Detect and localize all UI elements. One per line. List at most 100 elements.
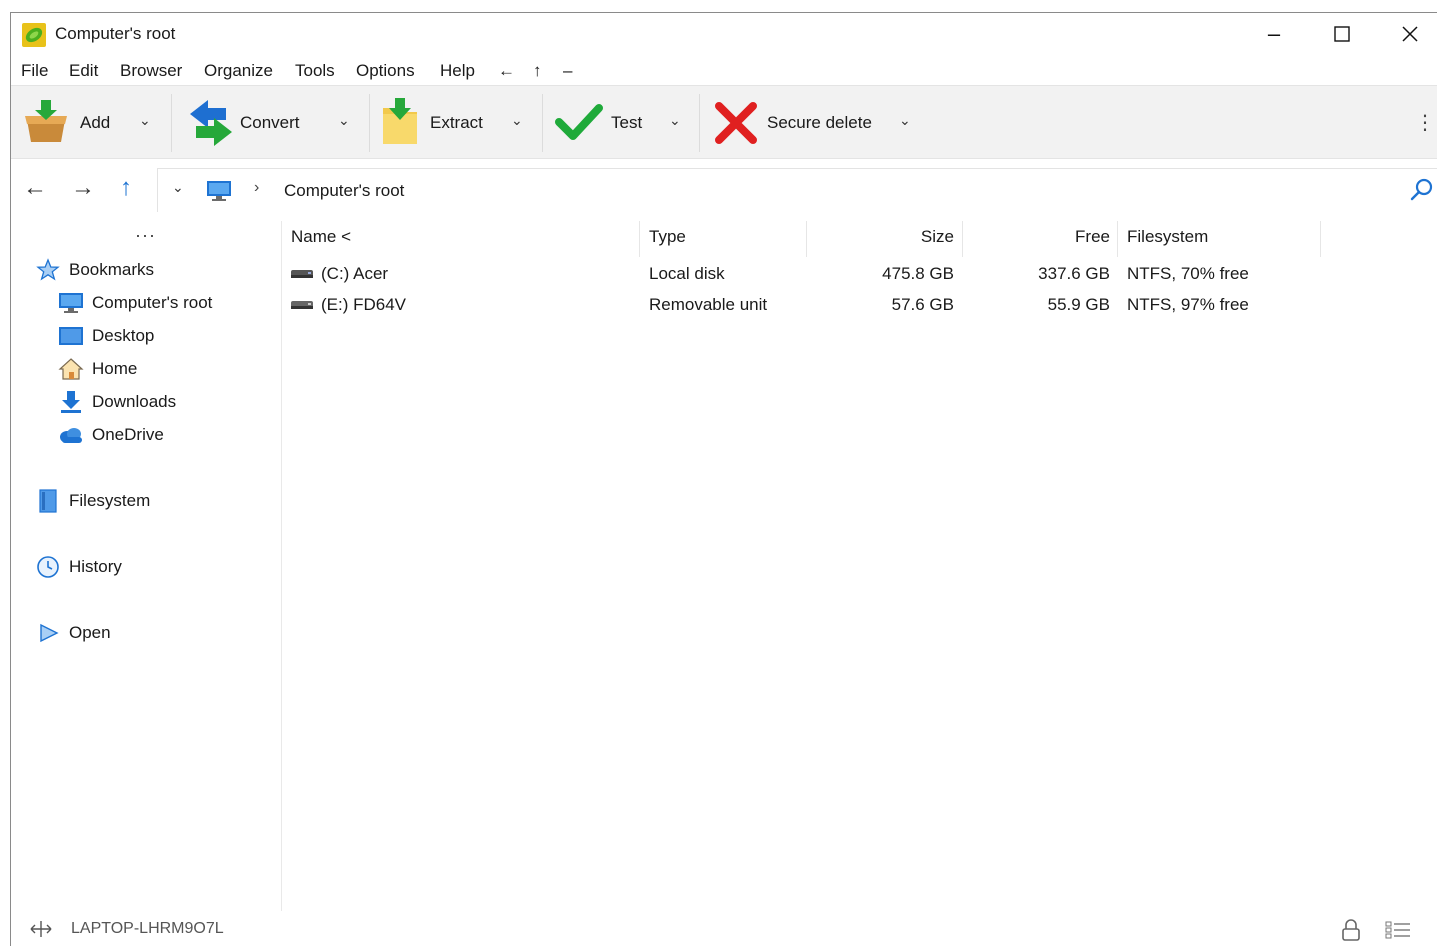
test-dropdown-chevron-icon[interactable]: ⌄ — [669, 112, 681, 129]
secure-delete-button[interactable]: Secure delete ⌄ — [703, 86, 933, 158]
menu-organize[interactable]: Organize — [204, 61, 273, 81]
sidebar-item-filesystem[interactable]: Filesystem — [35, 487, 150, 515]
toolbar: Add ⌄ Convert ⌄ Extract ⌄ Test ⌄ Secure … — [11, 85, 1437, 159]
maximize-button[interactable] — [1308, 13, 1376, 55]
cell-size: 475.8 GB — [882, 264, 954, 283]
menu-back-arrow[interactable]: ← — [498, 61, 515, 81]
download-icon — [58, 390, 84, 414]
sidebar-options-icon[interactable]: ··· — [135, 225, 156, 246]
cell-name: (E:) FD64V — [321, 295, 407, 314]
secure-delete-label: Secure delete — [767, 113, 872, 132]
add-button[interactable]: Add ⌄ — [11, 86, 171, 158]
toolbar-divider — [699, 94, 700, 152]
sidebar-item-history[interactable]: History — [35, 553, 122, 581]
sidebar-item-home[interactable]: Home — [58, 355, 137, 383]
extract-folder-icon — [383, 98, 417, 144]
extract-button[interactable]: Extract ⌄ — [373, 86, 545, 158]
add-dropdown-chevron-icon[interactable]: ⌄ — [139, 112, 151, 129]
toolbar-divider — [542, 94, 543, 152]
history-dropdown-chevron-icon[interactable]: ⌄ — [172, 179, 184, 196]
column-divider[interactable] — [962, 221, 963, 257]
cell-name: (C:) Acer — [321, 264, 389, 283]
menu-up-arrow[interactable]: ↑ — [533, 61, 542, 81]
back-button[interactable]: ← — [23, 174, 47, 202]
drive-icon — [291, 270, 313, 278]
hostname-label: LAPTOP-LHRM9O7L — [71, 920, 224, 937]
convert-arrows-icon — [190, 100, 232, 146]
sidebar-item-label: History — [69, 557, 122, 576]
play-triangle-icon — [35, 621, 61, 645]
forward-button[interactable]: → — [71, 174, 95, 202]
menu-bar: File Edit Browser Organize Tools Options… — [11, 59, 1437, 85]
maximize-icon — [1334, 26, 1350, 42]
delete-x-icon — [715, 102, 757, 144]
table-row[interactable]: (C:) Acer Local disk 475.8 GB 337.6 GB N… — [282, 259, 1382, 289]
details-view-icon[interactable] — [1385, 920, 1411, 940]
search-icon[interactable] — [1409, 177, 1435, 203]
convert-dropdown-chevron-icon[interactable]: ⌄ — [338, 112, 350, 129]
cell-free: 337.6 GB — [1038, 264, 1110, 283]
menu-help[interactable]: Help — [440, 61, 475, 81]
status-more-icon[interactable]: ⋮ — [1429, 917, 1437, 938]
convert-label: Convert — [240, 113, 300, 132]
cloud-icon — [58, 423, 84, 447]
cell-filesystem: NTFS, 70% free — [1127, 264, 1249, 283]
menu-browser[interactable]: Browser — [120, 61, 182, 81]
removable-drive-icon — [291, 301, 313, 309]
sidebar-item-computers-root[interactable]: Computer's root — [58, 289, 212, 317]
up-button[interactable]: ↑ — [120, 174, 132, 202]
menu-more[interactable]: – — [563, 61, 572, 81]
column-divider[interactable] — [1320, 221, 1321, 257]
sidebar-item-onedrive[interactable]: OneDrive — [58, 421, 164, 449]
column-header-free[interactable]: Free — [968, 227, 1110, 257]
breadcrumb-path[interactable]: Computer's root — [284, 181, 404, 201]
sidebar-item-open[interactable]: Open — [35, 619, 111, 647]
column-divider[interactable] — [639, 221, 640, 257]
close-icon — [1402, 26, 1418, 42]
menu-edit[interactable]: Edit — [69, 61, 98, 81]
sidebar-item-label: Desktop — [92, 326, 155, 345]
sidebar-item-label: Bookmarks — [69, 260, 155, 279]
window-title: Computer's root — [55, 24, 176, 43]
test-button[interactable]: Test ⌄ — [547, 86, 697, 158]
sidebar-item-bookmarks[interactable]: Bookmarks — [35, 256, 154, 284]
add-archive-icon — [25, 100, 67, 142]
close-button[interactable] — [1376, 13, 1437, 55]
column-divider[interactable] — [1117, 221, 1118, 257]
home-icon — [58, 357, 84, 381]
breadcrumb-separator: › — [254, 179, 260, 196]
sidebar-item-label: OneDrive — [92, 425, 164, 444]
cell-type: Removable unit — [649, 295, 768, 314]
address-bar[interactable]: ⌄ › Computer's root — [157, 168, 1437, 212]
sidebar-item-downloads[interactable]: Downloads — [58, 388, 176, 416]
toolbar-more-icon[interactable]: ⋮ — [1415, 110, 1435, 135]
table-row[interactable]: (E:) FD64V Removable unit 57.6 GB 55.9 G… — [282, 290, 1382, 320]
extract-dropdown-chevron-icon[interactable]: ⌄ — [511, 112, 523, 129]
column-header-size[interactable]: Size — [812, 227, 954, 257]
column-header-type[interactable]: Type — [649, 227, 686, 257]
sidebar-item-label: Open — [69, 623, 111, 642]
app-window: Computer's root – File Edit Browser Orga… — [10, 12, 1437, 946]
convert-button[interactable]: Convert ⌄ — [176, 86, 368, 158]
column-header-filesystem[interactable]: Filesystem — [1127, 227, 1208, 257]
sidebar-item-label: Home — [92, 359, 138, 378]
lock-icon[interactable] — [1341, 919, 1361, 941]
network-icon[interactable] — [29, 919, 53, 939]
add-label: Add — [80, 113, 111, 132]
sidebar-item-desktop[interactable]: Desktop — [58, 322, 154, 350]
status-bar: LAPTOP-LHRM9O7L ⋮ — [11, 911, 1437, 947]
minimize-button[interactable]: – — [1240, 13, 1308, 55]
monitor-icon — [58, 291, 84, 315]
test-label: Test — [611, 113, 643, 132]
column-header-name[interactable]: Name < — [291, 227, 351, 257]
menu-tools[interactable]: Tools — [295, 61, 335, 81]
menu-file[interactable]: File — [21, 61, 48, 81]
menu-options[interactable]: Options — [356, 61, 415, 81]
title-bar: Computer's root – — [11, 13, 1437, 55]
secure-delete-dropdown-chevron-icon[interactable]: ⌄ — [899, 112, 911, 129]
navigation-bar: ← → ↑ ⌄ › Computer's root — [11, 166, 1437, 212]
column-divider[interactable] — [806, 221, 807, 257]
cell-size: 57.6 GB — [891, 295, 954, 314]
desktop-icon — [58, 324, 84, 348]
sidebar-item-label: Computer's root — [92, 293, 213, 312]
